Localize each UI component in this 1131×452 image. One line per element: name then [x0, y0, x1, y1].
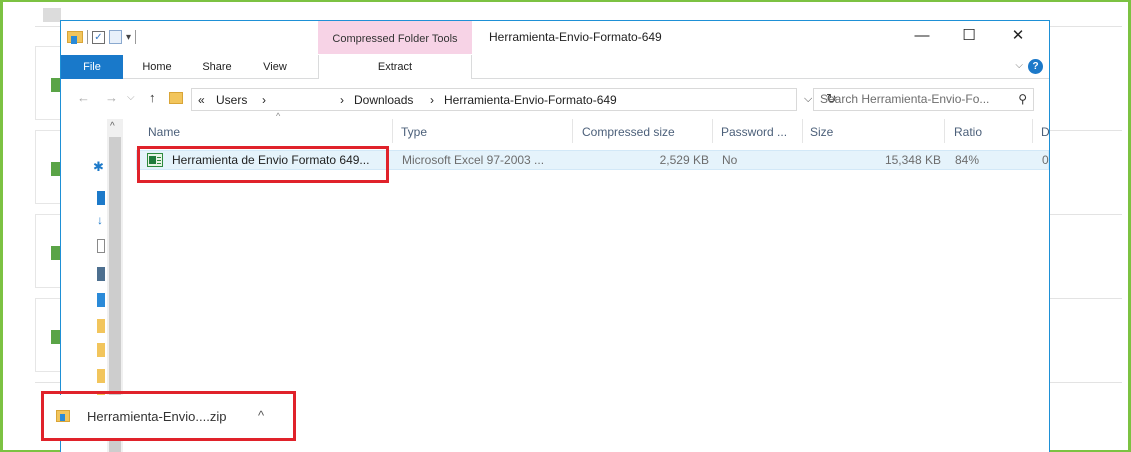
column-separator[interactable] [392, 119, 393, 143]
breadcrumb-current-folder[interactable]: Herramienta-Envio-Formato-649 [444, 93, 617, 107]
folder-icon[interactable] [97, 319, 105, 333]
tab-share[interactable]: Share [195, 55, 239, 79]
folder-icon [67, 31, 83, 44]
new-folder-icon[interactable] [109, 30, 122, 44]
search-input[interactable] [820, 92, 1010, 106]
breadcrumb-separator[interactable]: › [262, 93, 266, 107]
download-highlight-box [41, 391, 296, 441]
close-button[interactable]: ✕ [995, 21, 1041, 51]
file-ratio: 84% [955, 153, 980, 167]
this-pc-icon[interactable] [97, 293, 105, 307]
breadcrumb-separator[interactable]: › [430, 93, 434, 107]
column-separator[interactable] [802, 119, 803, 143]
properties-icon[interactable]: ✓ [92, 30, 105, 44]
address-dropdown-icon[interactable]: ⌵ [804, 93, 812, 106]
breadcrumb-overflow[interactable]: « [198, 93, 205, 107]
minimize-button[interactable]: — [899, 21, 945, 51]
window-title: Herramienta-Envio-Formato-649 [489, 30, 662, 44]
search-box[interactable]: ⚲ [813, 88, 1034, 111]
column-separator[interactable] [1032, 119, 1033, 143]
column-date[interactable]: D [1041, 125, 1050, 139]
downloads-icon[interactable]: ↓ [97, 213, 103, 227]
file-explorer-window: ✓ ▾ Compressed Folder Tools Herramienta-… [60, 20, 1050, 452]
title-bar: ✓ ▾ Compressed Folder Tools Herramienta-… [61, 21, 1049, 55]
column-compressed-size[interactable]: Compressed size [582, 125, 675, 139]
bg-thumbnail [43, 8, 61, 22]
file-type: Microsoft Excel 97-2003 ... [402, 153, 545, 167]
file-highlight-box [137, 146, 389, 183]
tab-home[interactable]: Home [137, 55, 177, 79]
column-separator[interactable] [944, 119, 945, 143]
file-password: No [722, 153, 738, 167]
recent-locations-icon[interactable]: ⌵ [127, 92, 135, 103]
expand-ribbon-icon[interactable]: ⌵ [1015, 60, 1023, 71]
scroll-up-icon[interactable]: ^ [110, 121, 115, 132]
sort-ascending-icon: ^ [276, 111, 281, 121]
documents-icon[interactable] [97, 239, 105, 253]
navigation-bar: ← → ⌵ ↑ « Users › › Downloads › Herramie… [61, 86, 1049, 112]
folder-icon [169, 92, 183, 104]
address-bar[interactable]: « Users › › Downloads › Herramienta-Envi… [191, 88, 837, 111]
tab-extract[interactable]: Extract [318, 55, 472, 79]
back-arrow-icon[interactable]: ← [77, 90, 90, 105]
column-type[interactable]: Type [401, 125, 427, 139]
breadcrumb-separator[interactable]: › [340, 93, 344, 107]
quick-access-toolbar: ✓ ▾ [67, 27, 137, 47]
help-icon[interactable]: ? [1028, 59, 1043, 74]
context-group-label: Compressed Folder Tools [332, 33, 458, 45]
file-compressed-size: 2,529 KB [659, 153, 709, 167]
column-ratio[interactable]: Ratio [954, 125, 982, 139]
pictures-icon[interactable] [97, 267, 105, 281]
customize-qat-icon[interactable]: ▾ [126, 32, 131, 43]
breadcrumb-downloads[interactable]: Downloads [354, 93, 413, 107]
quick-access-star-icon[interactable]: ✱ [93, 159, 104, 175]
qat-separator [135, 30, 137, 44]
maximize-button[interactable]: ☐ [946, 21, 992, 51]
column-separator[interactable] [572, 119, 573, 143]
column-separator[interactable] [712, 119, 713, 143]
column-name[interactable]: Name [148, 125, 180, 139]
folder-icon[interactable] [97, 343, 105, 357]
ribbon-tabs: File Home Share View Extract ⌵ ? [61, 55, 1049, 79]
file-date: 0 [1042, 153, 1049, 167]
file-size: 15,348 KB [884, 153, 941, 167]
column-password[interactable]: Password ... [721, 125, 787, 139]
tab-file[interactable]: File [61, 55, 123, 79]
column-headers: ^ Name Type Compressed size Password ...… [136, 111, 1050, 143]
tab-view[interactable]: View [255, 55, 295, 79]
search-icon[interactable]: ⚲ [1018, 92, 1027, 106]
desktop-icon[interactable] [97, 191, 105, 205]
forward-arrow-icon[interactable]: → [105, 90, 118, 105]
column-size[interactable]: Size [810, 125, 833, 139]
qat-separator [87, 30, 88, 44]
breadcrumb-users[interactable]: Users [216, 93, 247, 107]
up-arrow-icon[interactable]: ↑ [149, 90, 156, 105]
folder-icon[interactable] [97, 369, 105, 383]
